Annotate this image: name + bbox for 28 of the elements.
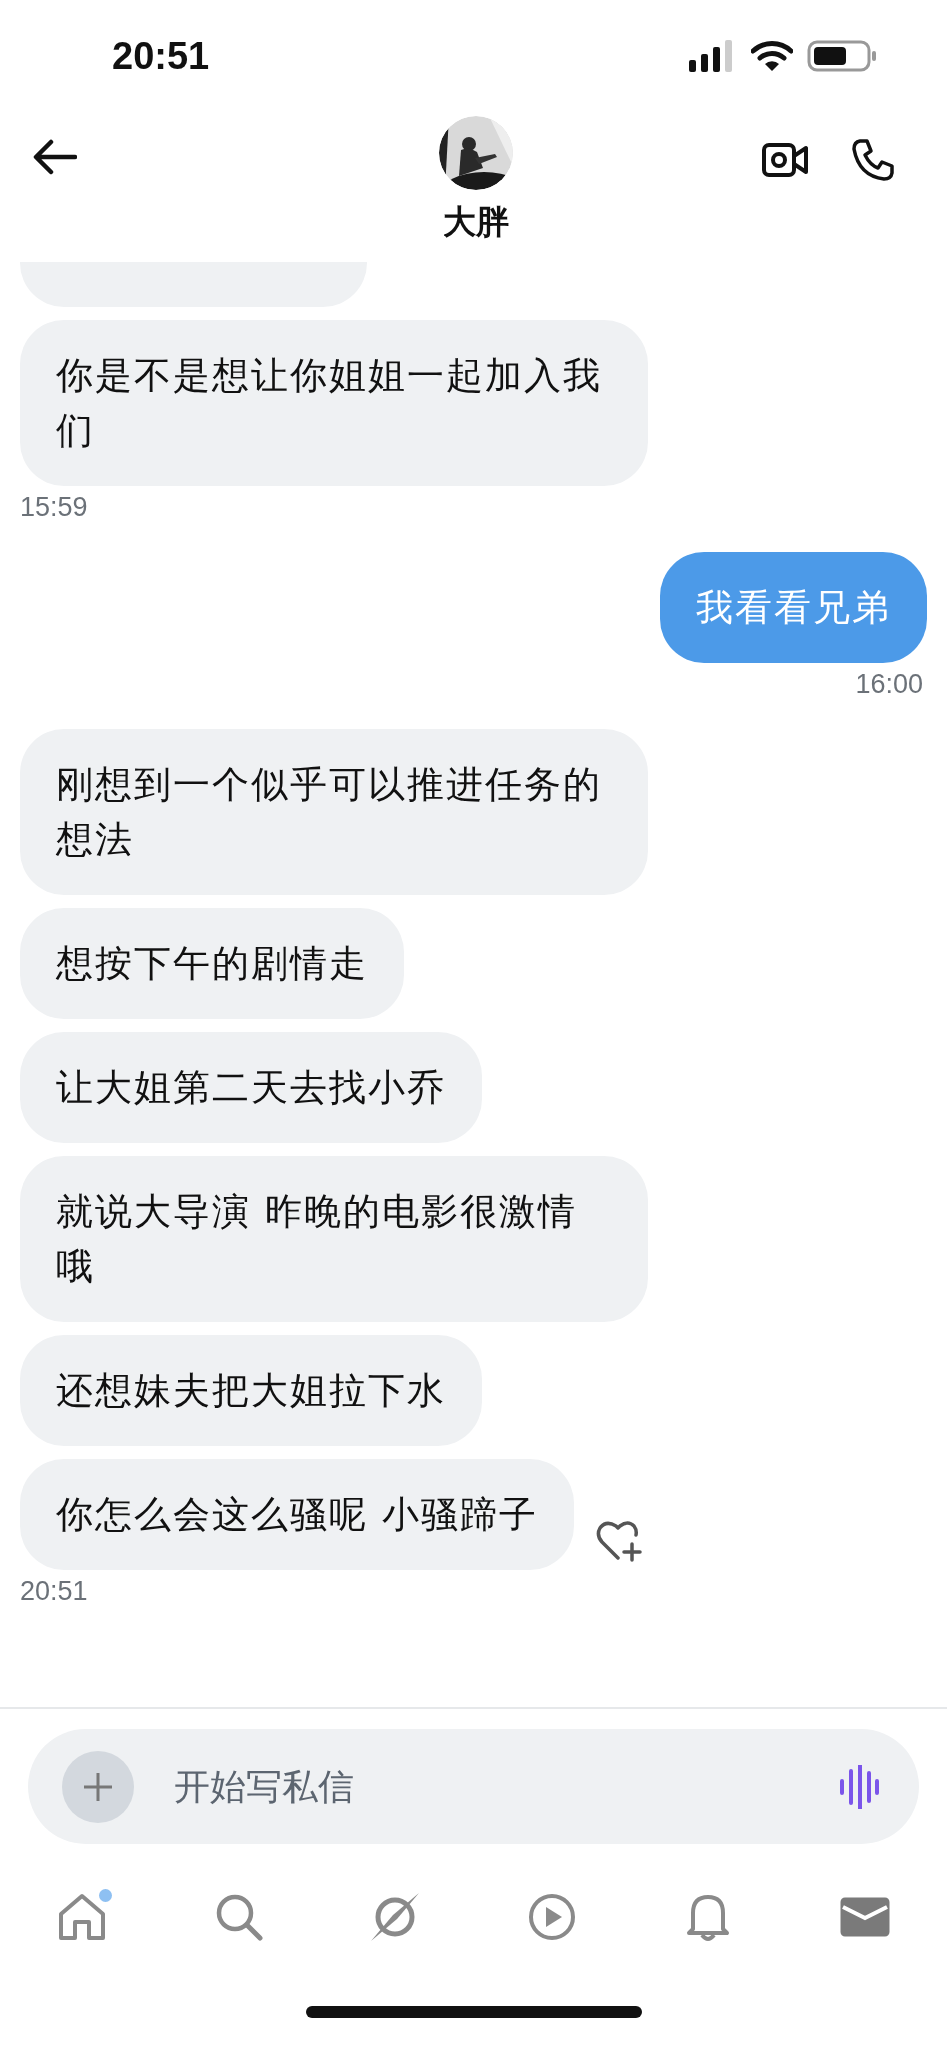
message-bubble: 你怎么会这么骚呢 小骚蹄子	[20, 1459, 574, 1570]
message-bubble: 还想妹夫把大姐拉下水	[20, 1335, 482, 1446]
heart-plus-icon	[595, 1520, 642, 1562]
message-field[interactable]: 开始写私信	[28, 1729, 919, 1844]
message-bubble: 我看看兄弟	[660, 552, 927, 663]
contact-name: 大胖	[442, 201, 509, 243]
message-time: 20:51	[20, 1576, 88, 1607]
mail-icon	[839, 1895, 890, 1939]
phone-call-button[interactable]	[849, 136, 897, 184]
message-bubble: 刚想到一个似乎可以推进任务的想法	[20, 729, 648, 895]
back-arrow-icon	[33, 139, 77, 175]
notification-dot	[99, 1889, 112, 1902]
voice-wave-icon[interactable]	[839, 1764, 879, 1809]
play-icon	[526, 1892, 577, 1942]
message-time: 15:59	[20, 492, 88, 523]
plus-icon	[82, 1770, 114, 1803]
status-time: 20:51	[112, 34, 210, 78]
message-input[interactable]: 开始写私信	[172, 1765, 801, 1808]
message-bubble: 你是不是想让你姐姐一起加入我们	[20, 320, 648, 486]
message-time: 16:00	[855, 669, 923, 700]
wifi-icon	[751, 40, 793, 72]
message-bubble: 就说大导演 昨晚的电影很激情哦	[20, 1156, 648, 1322]
phone-icon	[851, 138, 895, 182]
home-icon	[57, 1892, 107, 1942]
message-bubble: 想按下午的剧情走	[20, 908, 404, 1019]
battery-icon	[807, 40, 877, 72]
message-bubble: 让大姐第二天去找小乔	[20, 1032, 482, 1143]
video-camera-icon	[762, 142, 808, 178]
